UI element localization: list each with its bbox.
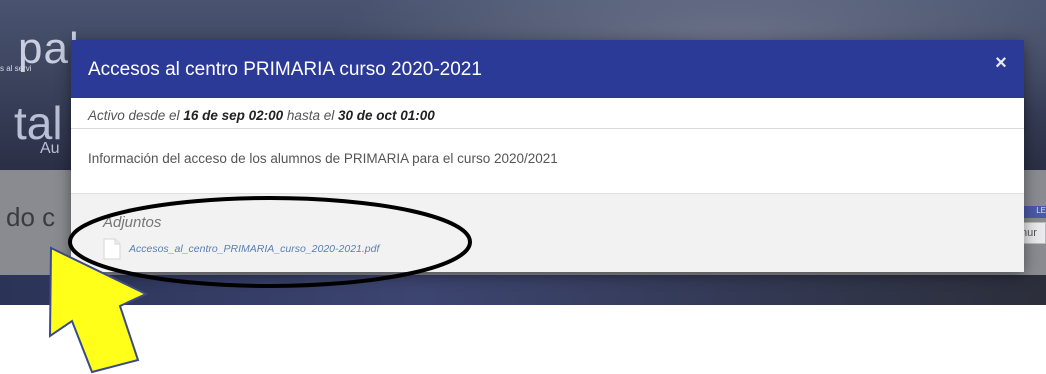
active-end-date: 30 de oct 01:00 xyxy=(337,108,435,123)
close-icon[interactable]: × xyxy=(991,52,1011,74)
file-icon xyxy=(103,238,121,260)
attachment-link[interactable]: Accesos_al_centro_PRIMARIA_curso_2020-20… xyxy=(129,243,379,255)
active-period-text: Activo desde el 16 de sep 02:00 hasta el… xyxy=(88,108,435,123)
active-prefix: Activo desde el xyxy=(88,108,180,123)
background-tag: LE xyxy=(1024,206,1046,218)
announcement-modal: Accesos al centro PRIMARIA curso 2020-20… xyxy=(71,40,1024,272)
modal-active-period: Activo desde el 16 de sep 02:00 hasta el… xyxy=(71,98,1024,129)
modal-body-text: Información del acceso de los alumnos de… xyxy=(88,151,558,166)
background-footer-strip xyxy=(0,275,1046,305)
modal-title: Accesos al centro PRIMARIA curso 2020-20… xyxy=(88,59,482,80)
modal-header: Accesos al centro PRIMARIA curso 2020-20… xyxy=(71,40,1024,98)
attachments-section: Adjuntos Accesos_al_centro_PRIMARIA_curs… xyxy=(71,193,1024,272)
attachments-title: Adjuntos xyxy=(103,214,162,231)
background-subheading-fragment: Au xyxy=(40,140,60,157)
active-start-date: 16 de sep 02:00 xyxy=(183,108,284,123)
active-middle: hasta el xyxy=(286,108,335,123)
background-logo-tagline: s al servi xyxy=(0,64,32,73)
modal-body: Información del acceso de los alumnos de… xyxy=(71,129,1024,193)
background-content-text: do c xyxy=(6,202,56,232)
